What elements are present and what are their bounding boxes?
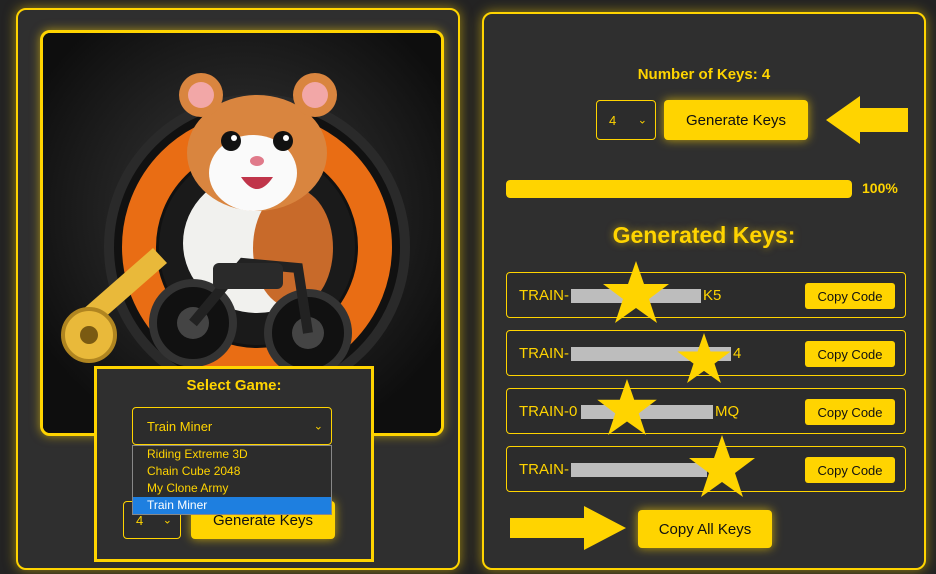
number-of-keys-label: Number of Keys: 4 [637, 66, 771, 83]
game-select-value: Train Miner [147, 418, 213, 434]
arrow-icon [826, 96, 908, 144]
key-text: TRAIN-0 [519, 403, 578, 420]
star-icon [597, 379, 657, 435]
star-icon [689, 435, 755, 497]
chevron-down-icon: ⌄ [313, 420, 323, 433]
progress-bar [506, 180, 852, 198]
key-suffix: K5 [703, 287, 722, 304]
select-game-panel: Select Game: Train Miner ⌄ Riding Extrem… [94, 366, 374, 562]
generate-keys-button[interactable]: Generate Keys [664, 100, 808, 140]
right-panel: Number of Keys: 4 4 ⌄ Generate Keys 100%… [482, 12, 926, 570]
key-count-select[interactable]: 4 ⌄ [596, 100, 656, 140]
key-row: TRAIN- 4 Copy Code [506, 330, 906, 383]
key-row: TRAIN- Copy Code [506, 435, 906, 497]
key-row: TRAIN- K5 Copy Code [506, 261, 906, 323]
progress-fill [506, 180, 852, 198]
copy-all-keys-button[interactable]: Copy All Keys [638, 510, 772, 548]
generated-keys-title: Generated Keys: [612, 222, 796, 248]
progress-percent: 100% [862, 180, 898, 196]
copy-code-button[interactable]: Copy Code [805, 399, 895, 425]
dropdown-option-chain-cube-2048[interactable]: Chain Cube 2048 [133, 463, 331, 480]
key-text: TRAIN- [519, 461, 569, 478]
key-suffix: MQ [715, 403, 740, 420]
star-icon [677, 333, 731, 383]
game-dropdown-list: Riding Extreme 3D Chain Cube 2048 My Clo… [132, 445, 332, 515]
star-icon [603, 261, 669, 323]
dropdown-option-train-miner[interactable]: Train Miner [133, 497, 331, 514]
left-panel: Select Game: Train Miner ⌄ Riding Extrem… [16, 8, 460, 570]
chevron-down-icon: ⌄ [637, 114, 647, 127]
dropdown-option-my-clone-army[interactable]: My Clone Army [133, 480, 331, 497]
dropdown-option-riding-extreme-3d[interactable]: Riding Extreme 3D [133, 446, 331, 463]
chevron-down-icon: ⌄ [162, 514, 172, 527]
select-game-label: Select Game: [186, 377, 282, 394]
copy-code-button[interactable]: Copy Code [805, 457, 895, 483]
game-select[interactable]: Train Miner ⌄ [132, 407, 332, 445]
copy-code-button[interactable]: Copy Code [805, 283, 895, 309]
key-text: TRAIN- [519, 345, 569, 362]
arrow-icon [510, 506, 626, 550]
key-row: TRAIN-0 MQ Copy Code [506, 379, 906, 435]
key-text: TRAIN- [519, 287, 569, 304]
key-count-value: 4 [609, 112, 617, 128]
copy-code-button[interactable]: Copy Code [805, 341, 895, 367]
